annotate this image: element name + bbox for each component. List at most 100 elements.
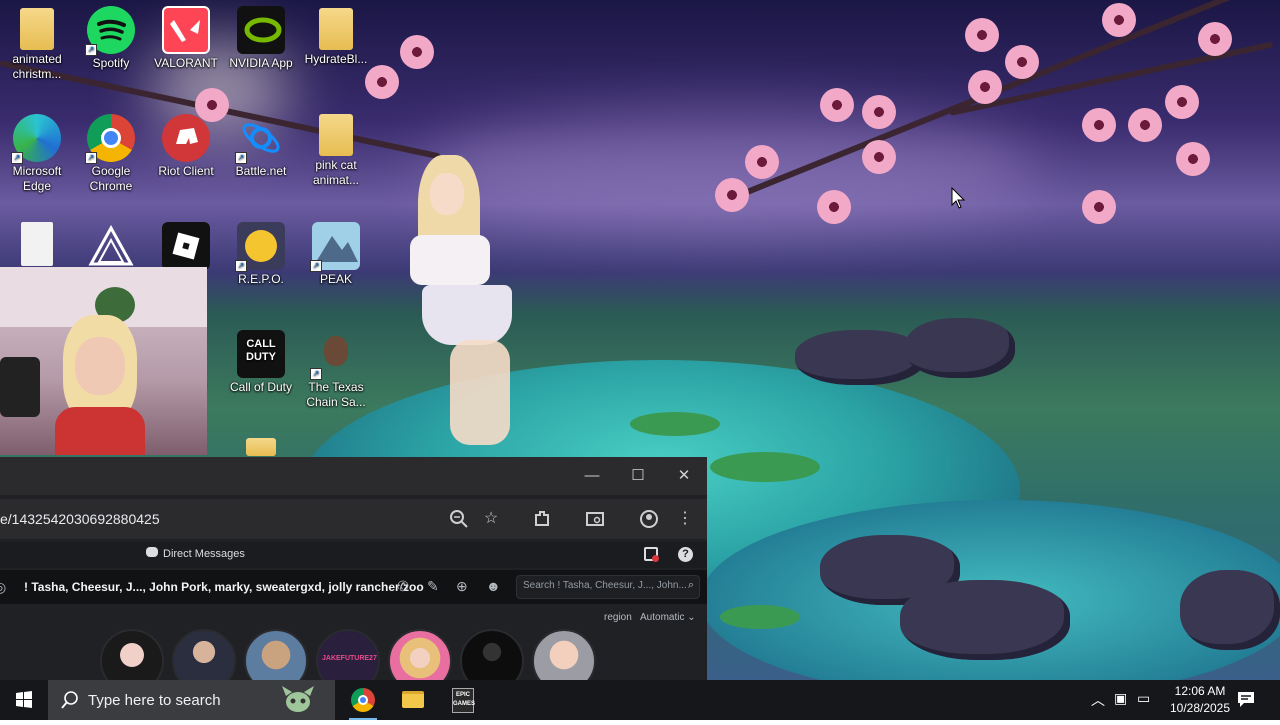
- call-of-duty-icon: CALL DUTY: [237, 330, 285, 378]
- wallpaper-rock: [1180, 570, 1280, 650]
- group-chat-icon: ◎: [0, 579, 7, 595]
- show-hidden-icons-button[interactable]: ︿: [1091, 690, 1105, 710]
- desktop-icon-file[interactable]: [0, 222, 74, 268]
- address-bar[interactable]: e/1432542030692880425 ☆ ⋮: [0, 499, 707, 539]
- notification-center-button[interactable]: [1236, 690, 1256, 708]
- desktop-icon-texas-chainsaw[interactable]: ↗ The Texas Chain Sa...: [299, 330, 373, 410]
- peak-icon: ↗: [310, 222, 360, 272]
- desktop-icon-spotify[interactable]: ↗ Spotify: [74, 6, 148, 71]
- region-select[interactable]: Automatic ⌄: [640, 612, 696, 623]
- start-call-icon[interactable]: ✆: [397, 578, 409, 595]
- discord-dm-header: Direct Messages ?: [0, 542, 707, 568]
- valorant-icon: [162, 6, 210, 54]
- chrome-icon: [351, 688, 375, 712]
- spotify-icon: ↗: [85, 6, 135, 56]
- triangle-logo-icon: [87, 222, 135, 270]
- desktop-icon-riot-client[interactable]: Riot Client: [149, 114, 223, 179]
- cherry-blossom: [1128, 108, 1162, 142]
- desktop-icon-roblox[interactable]: [149, 222, 223, 272]
- search-icon: ⌕: [687, 579, 694, 591]
- desktop-icon-nvidia-app[interactable]: NVIDIA App: [224, 6, 298, 71]
- clock-date: 10/28/2025: [1169, 701, 1231, 715]
- texas-chainsaw-icon: ↗: [310, 330, 360, 380]
- inbox-icon[interactable]: [644, 547, 659, 562]
- desktop-icon-label: Spotify: [92, 56, 130, 70]
- url-text[interactable]: e/1432542030692880425: [0, 511, 160, 527]
- windows-logo-icon: [16, 691, 32, 708]
- media-controls-icon[interactable]: [583, 507, 607, 531]
- desktop-icon-label: Google Chrome: [89, 164, 133, 193]
- maximize-button[interactable]: ☐: [627, 465, 649, 487]
- desktop-icon-pink-cat-animated[interactable]: pink cat animat...: [299, 114, 373, 188]
- participant-avatar[interactable]: [532, 629, 596, 680]
- taskbar-search-box[interactable]: Type here to search: [48, 680, 335, 720]
- start-button[interactable]: [0, 680, 48, 720]
- cherry-blossom: [820, 88, 854, 122]
- minimize-button[interactable]: —: [581, 465, 603, 487]
- participant-avatar[interactable]: [460, 629, 524, 680]
- riot-icon: [162, 114, 210, 162]
- webcam-person: [45, 307, 155, 455]
- wallpaper-lily-pad: [720, 605, 800, 629]
- avatar-badge: JAKEFUTURE27: [322, 655, 377, 662]
- zoom-icon[interactable]: [447, 507, 471, 531]
- member-list-icon[interactable]: ☻: [486, 578, 501, 594]
- desktop-icon-battle-net[interactable]: ↗ Battle.net: [224, 114, 298, 179]
- network-icon[interactable]: ▣: [1114, 690, 1127, 707]
- roblox-icon: [162, 222, 210, 270]
- desktop-icon-label: VALORANT: [154, 56, 218, 70]
- chrome-browser-window[interactable]: — ☐ ✕ e/1432542030692880425 ☆ ⋮ Direct M…: [0, 457, 707, 680]
- desktop-icon-folder-partial[interactable]: [224, 438, 298, 458]
- cherry-blossom: [965, 18, 999, 52]
- participant-avatar[interactable]: [388, 629, 452, 680]
- taskbar-clock[interactable]: 12:06 AM 10/28/2025: [1158, 683, 1242, 717]
- desktop-icon-google-chrome[interactable]: ↗ Google Chrome: [74, 114, 148, 194]
- participant-avatar[interactable]: [172, 629, 236, 680]
- desktop-icon-peak[interactable]: ↗ PEAK: [299, 222, 373, 287]
- cherry-blossom: [1102, 3, 1136, 37]
- browser-menu-icon[interactable]: ⋮: [673, 507, 697, 531]
- dm-search-input[interactable]: Search ! Tasha, Cheesur, J..., John... ⌕: [516, 575, 700, 599]
- wallpaper-rock: [905, 318, 1015, 378]
- help-icon[interactable]: ?: [678, 547, 693, 562]
- region-label: region: [604, 612, 632, 623]
- taskbar-chrome[interactable]: [339, 680, 387, 720]
- desktop-icon-repo[interactable]: ↗ R.E.P.O.: [224, 222, 298, 287]
- notification-icon: [1238, 692, 1254, 707]
- group-dm-header: ◎ ! Tasha, Cheesur, J..., John Pork, mar…: [0, 570, 707, 604]
- display-icon[interactable]: ▭: [1137, 690, 1150, 707]
- wallpaper-lily-pad: [710, 452, 820, 482]
- extensions-icon[interactable]: [530, 507, 554, 531]
- add-friends-icon[interactable]: ⊕: [456, 578, 468, 595]
- cherry-blossom: [1082, 108, 1116, 142]
- cherry-blossom: [817, 190, 851, 224]
- file-icon: [21, 222, 53, 266]
- direct-messages-label: Direct Messages: [163, 548, 245, 560]
- desktop-icon-animated-christmas[interactable]: animated christm...: [0, 8, 74, 82]
- participant-avatar[interactable]: JAKEFUTURE27: [316, 629, 380, 680]
- desktop-icon-call-of-duty[interactable]: CALL DUTY Call of Duty: [224, 330, 298, 395]
- taskbar-file-explorer[interactable]: [389, 680, 437, 720]
- cherry-blossom: [862, 140, 896, 174]
- pinned-messages-icon[interactable]: ✎: [427, 578, 439, 595]
- bookmark-star-icon[interactable]: ☆: [479, 507, 503, 531]
- group-dm-title[interactable]: ! Tasha, Cheesur, J..., John Pork, marky…: [24, 580, 424, 594]
- search-highlight-icon: [278, 684, 318, 716]
- desktop-icon-label: PEAK: [319, 272, 352, 286]
- participant-avatar[interactable]: [100, 629, 164, 680]
- cherry-blossom: [365, 65, 399, 99]
- dm-search-placeholder: Search ! Tasha, Cheesur, J..., John...: [523, 580, 687, 591]
- desktop-icon-valorant[interactable]: VALORANT: [149, 6, 223, 71]
- browser-titlebar[interactable]: — ☐ ✕: [0, 457, 707, 495]
- close-button[interactable]: ✕: [673, 465, 695, 487]
- desktop-icon-microsoft-edge[interactable]: ↗ Microsoft Edge: [0, 114, 74, 194]
- cherry-blossom: [1082, 190, 1116, 224]
- cherry-blossom: [745, 145, 779, 179]
- desktop-icon-triangle-app[interactable]: [74, 222, 148, 272]
- profile-icon[interactable]: [637, 507, 661, 531]
- desktop-icon-hydrateblossom[interactable]: HydrateBl...: [299, 8, 373, 67]
- participant-avatar[interactable]: [244, 629, 308, 680]
- taskbar-epic-games[interactable]: EPIC GAMES: [439, 680, 487, 720]
- desktop-icon-label: The Texas Chain Sa...: [306, 380, 366, 409]
- desktop-icon-label: Battle.net: [235, 164, 287, 178]
